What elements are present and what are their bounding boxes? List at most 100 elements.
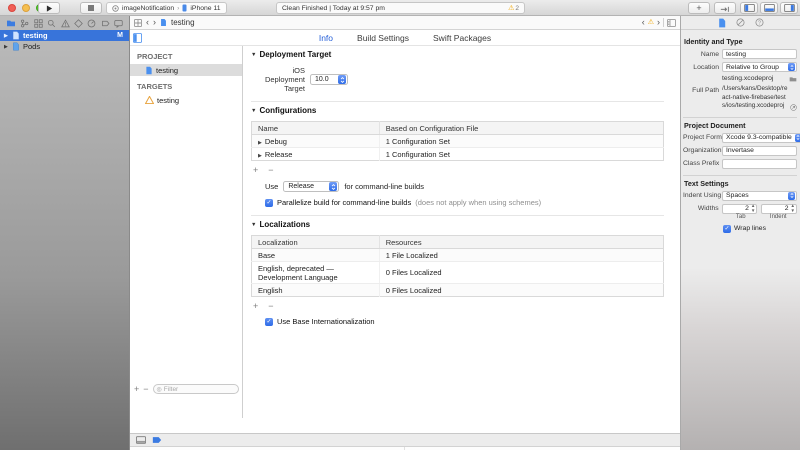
config-based-on: 1 Configuration Set [379,135,663,148]
minimize-window-button[interactable] [22,4,30,12]
identity-section-title: Identity and Type [684,37,797,46]
nav-item-pods[interactable]: ▶ Pods [0,41,129,52]
library-add-button[interactable]: + [688,2,710,14]
stepper-arrows-icon[interactable]: ▲▼ [791,204,795,212]
editor-options-icon[interactable] [667,19,676,27]
checkbox-checked-icon[interactable]: ✓ [265,318,273,326]
history-inspector-tab[interactable] [736,18,745,27]
row-disclosure-icon[interactable]: ▶ [258,153,262,159]
parallelize-checkbox-row[interactable]: ✓ Parallelize build for command-line bui… [265,198,664,207]
section-title: Configurations [259,106,316,115]
jumpbar-file-name[interactable]: testing [171,18,195,27]
filter-input[interactable]: ◎ Filter [153,384,239,394]
tab-caption: Tab [722,214,760,220]
column-header-based-on[interactable]: Based on Configuration File [379,122,663,135]
ios-deployment-dropdown[interactable]: 10.0 [310,74,348,85]
related-items-icon[interactable] [134,19,142,27]
wrap-lines-checkbox-row[interactable]: ✓ Wrap lines [723,225,797,233]
tab-build-settings[interactable]: Build Settings [357,33,409,43]
indent-using-dropdown[interactable]: Spaces [722,191,797,201]
back-button[interactable]: ‹ [146,18,149,27]
section-disclosure-icon[interactable]: ▼ [251,52,256,58]
deployment-target-section-header[interactable]: ▼ Deployment Target [251,50,664,59]
tab-swift-packages[interactable]: Swift Packages [433,33,491,43]
column-header-resources[interactable]: Resources [379,236,663,249]
location-dropdown[interactable]: Relative to Group [722,62,797,72]
indent-width-stepper[interactable]: 2 ▲▼ [761,204,797,214]
tab-width-stepper[interactable]: 2 ▲▼ [722,204,758,214]
navigator-toggle-button[interactable] [740,2,758,14]
column-header-localization[interactable]: Localization [252,236,380,249]
column-header-name[interactable]: Name [252,122,380,135]
disclosure-icon[interactable]: ▶ [4,33,9,39]
checkbox-checked-icon[interactable]: ✓ [265,199,273,207]
table-row[interactable]: English 0 Files Localized [252,284,664,297]
target-item-label: testing [157,96,179,105]
file-inspector-tab[interactable] [718,18,726,28]
folder-icon[interactable] [789,76,797,82]
run-button[interactable] [38,2,60,14]
name-field[interactable]: testing [722,49,797,59]
add-target-button[interactable]: + [134,385,139,394]
activity-viewer[interactable]: Clean Finished | Today at 9:57 pm ⚠ 2 [276,2,525,14]
chevron-up-down-icon [788,192,795,200]
test-navigator-tab[interactable] [74,19,83,28]
tab-info[interactable]: Info [319,33,333,43]
quick-help-inspector-tab[interactable]: ? [755,18,764,27]
debug-area-toggle-button[interactable] [760,2,778,14]
hide-debug-area-icon[interactable] [136,436,146,444]
scheme-selector[interactable]: imageNotification › iPhone 11 [106,2,227,14]
previous-issue-button[interactable]: ‹ [642,18,645,27]
localizations-section-header[interactable]: ▼ Localizations [251,220,664,229]
disclosure-icon[interactable]: ▶ [4,44,9,50]
divider [663,18,664,27]
command-line-config-dropdown[interactable]: Release [283,181,339,192]
breakpoints-toggle-icon[interactable] [152,436,162,444]
warning-badge[interactable]: ⚠ 2 [508,5,519,12]
row-disclosure-icon[interactable]: ▶ [258,140,262,146]
table-row[interactable]: ▶Debug 1 Configuration Set [252,135,664,148]
stop-button[interactable] [80,2,102,14]
organization-field[interactable]: Invertase [722,146,797,156]
project-item-testing[interactable]: testing [130,64,242,76]
nav-item-label: Pods [23,42,40,51]
report-navigator-tab[interactable] [114,19,123,28]
project-navigator-tab[interactable] [6,19,16,27]
symbol-grid-icon [34,19,43,28]
class-prefix-field[interactable] [722,159,797,169]
add-localization-button[interactable]: + [253,302,258,311]
configurations-section-header[interactable]: ▼ Configurations [251,106,664,115]
show-targets-list-toggle[interactable] [133,33,142,43]
table-row[interactable]: ▶Release 1 Configuration Set [252,148,664,161]
inspector-toggle-button[interactable] [780,2,798,14]
stepper-arrows-icon[interactable]: ▲▼ [751,204,755,212]
navigator-sidebar: ▶ testing M ▶ Pods [0,16,130,450]
symbol-navigator-tab[interactable] [34,19,43,28]
find-navigator-tab[interactable] [47,19,56,28]
table-row[interactable]: English, deprecated — Development Langua… [252,262,664,284]
spacer-label [683,75,719,77]
forward-button[interactable]: › [153,18,156,27]
editor-arrows-button[interactable] [714,2,736,14]
debug-navigator-tab[interactable] [87,19,96,28]
source-control-navigator-tab[interactable] [20,19,29,28]
add-configuration-button[interactable]: + [253,166,258,175]
close-window-button[interactable] [8,4,16,12]
remove-localization-button[interactable]: − [268,302,273,311]
full-path-value: /Users/kans/Desktop/react-native-firebas… [722,85,797,111]
next-issue-button[interactable]: › [657,18,660,27]
base-internationalization-row[interactable]: ✓ Use Base Internationalization [265,317,664,326]
remove-target-button[interactable]: − [143,385,148,394]
issue-navigator-tab[interactable] [61,19,70,28]
open-in-finder-arrow-icon[interactable] [790,104,797,111]
project-format-dropdown[interactable]: Xcode 9.3-compatible [722,133,800,143]
inspector-tab-strip: ? [681,16,800,30]
section-disclosure-icon[interactable]: ▼ [251,108,256,114]
checkbox-checked-icon[interactable]: ✓ [723,225,731,233]
section-disclosure-icon[interactable]: ▼ [251,222,256,228]
target-item-testing[interactable]: testing [130,94,242,106]
table-row[interactable]: Base 1 File Localized [252,249,664,262]
remove-configuration-button[interactable]: − [268,166,273,175]
breakpoint-navigator-tab[interactable] [101,19,110,28]
nav-item-testing-project[interactable]: ▶ testing M [0,30,129,41]
